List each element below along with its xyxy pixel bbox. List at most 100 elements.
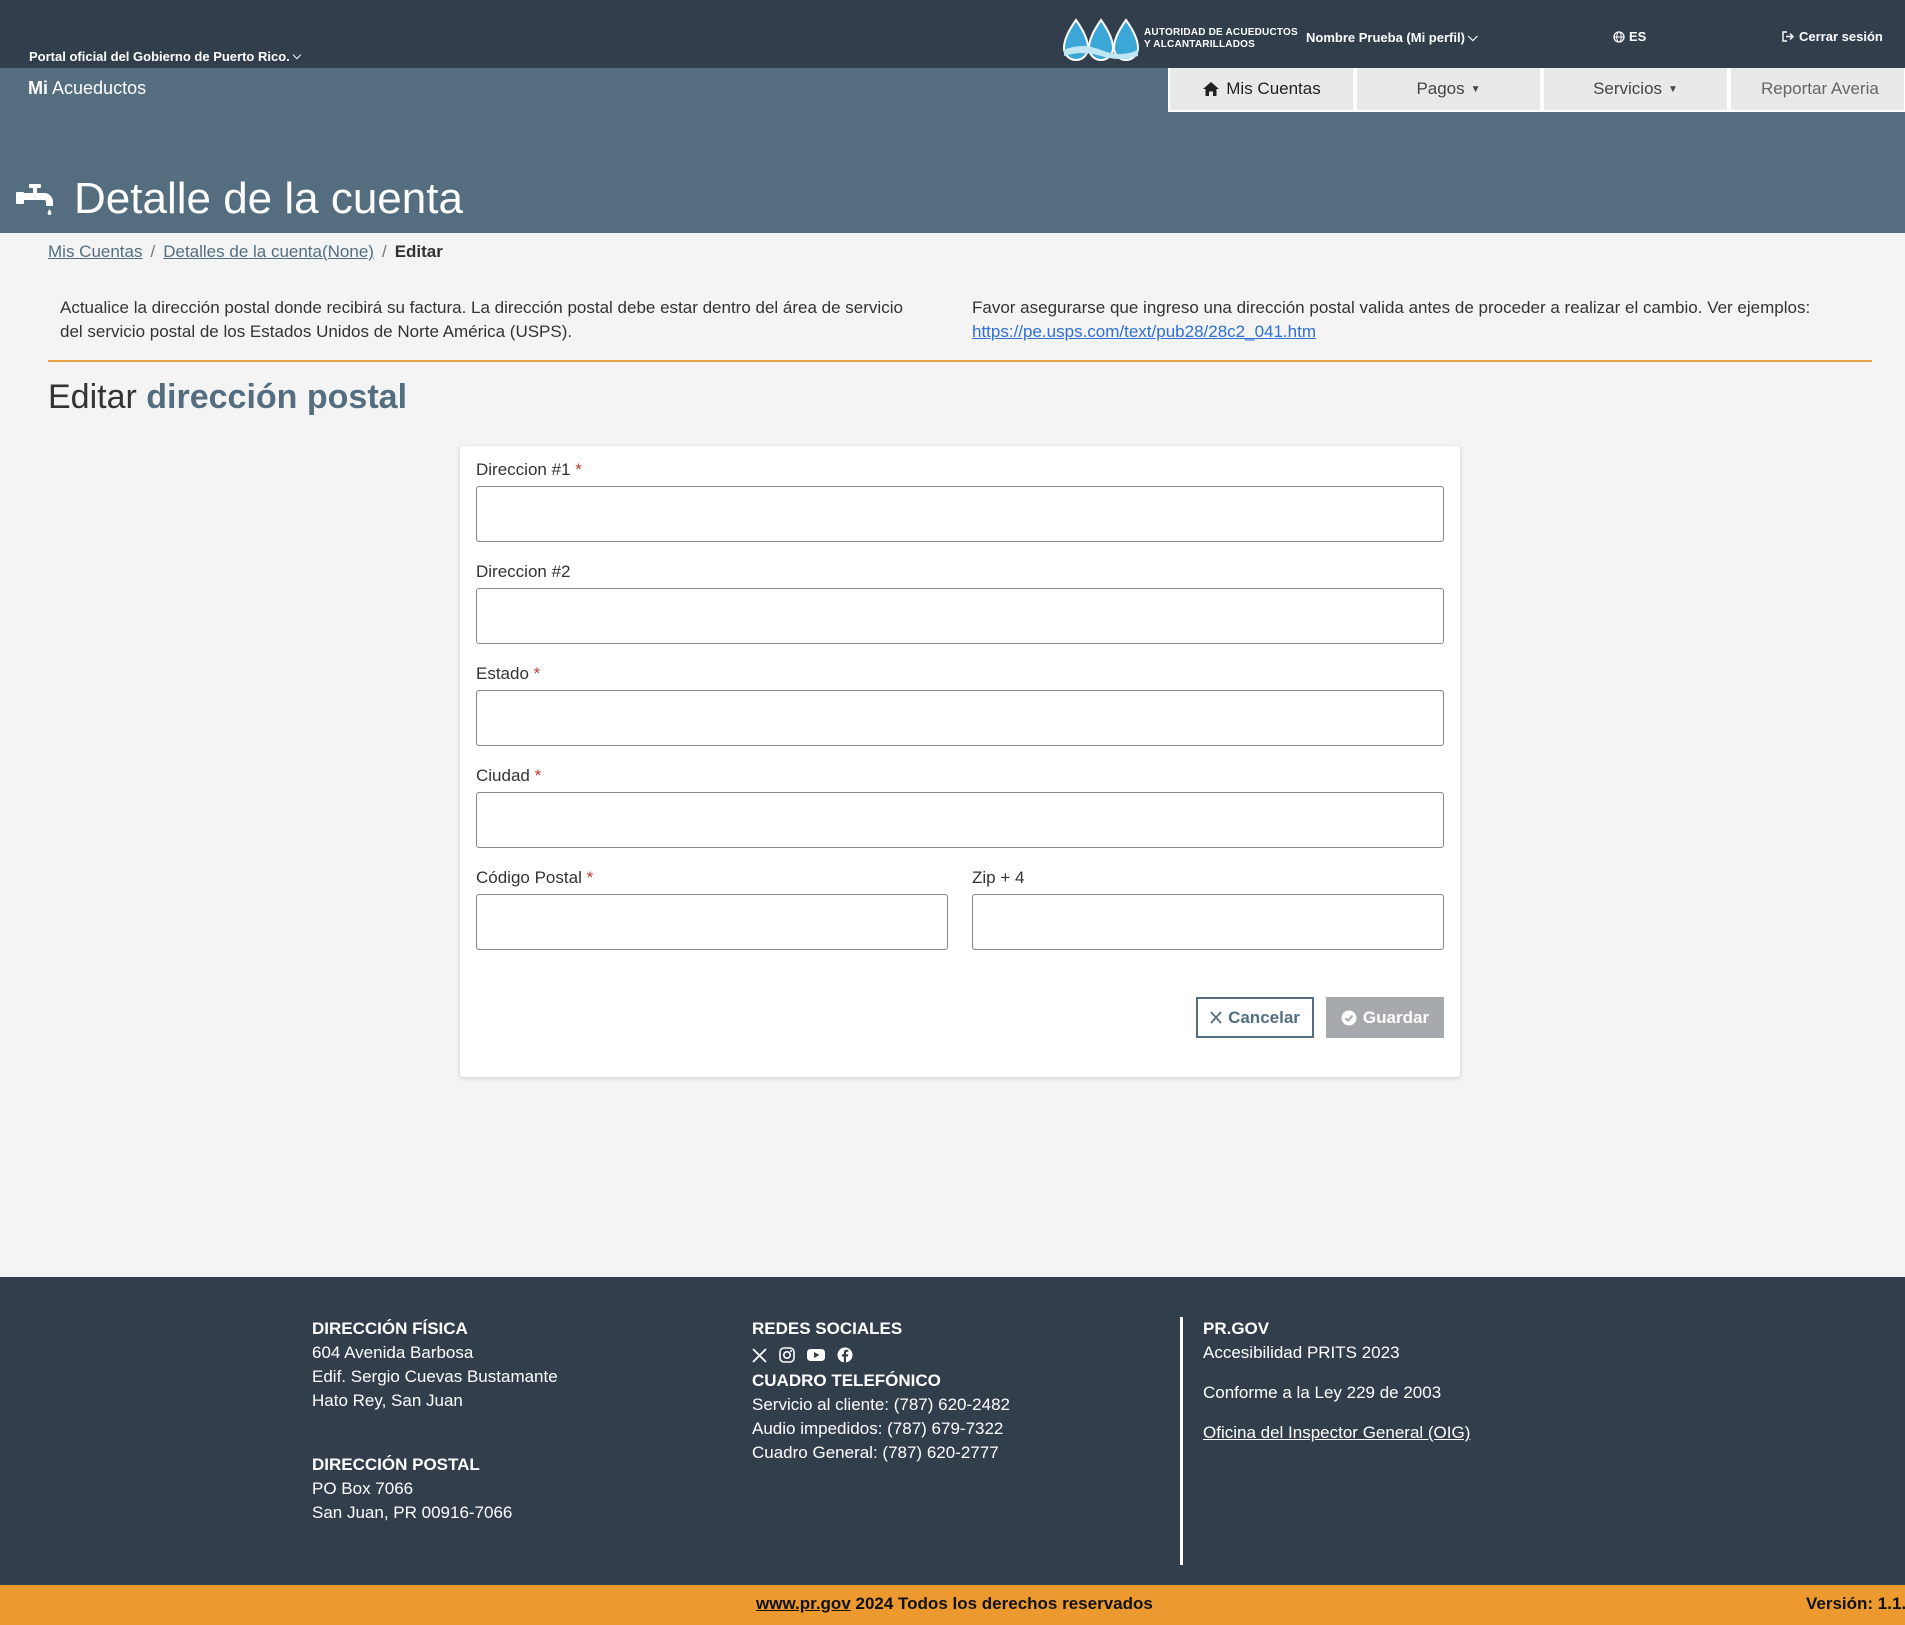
brand-rest: Acueductos	[52, 78, 147, 98]
footer-cuadro-title: CUADRO TELEFÓNICO	[752, 1371, 941, 1390]
globe-icon	[1613, 30, 1625, 43]
nav-label: Mis Cuentas	[1226, 79, 1321, 98]
chevron-down-icon: ⌵	[292, 50, 302, 62]
logo-line-1: AUTORIDAD DE ACUEDUCTOS	[1144, 27, 1298, 38]
cancel-button[interactable]: Cancelar	[1196, 997, 1314, 1038]
section-title: Editar dirección postal	[48, 378, 407, 417]
footer-col-prgov: PR.GOV Accesibilidad PRITS 2023 Conforme…	[1203, 1317, 1470, 1445]
breadcrumb: Mis Cuentas / Detalles de la cuenta(None…	[48, 242, 443, 262]
caret-down-icon: ▼	[1470, 83, 1481, 95]
oig-link[interactable]: Oficina del Inspector General (OIG)	[1203, 1421, 1470, 1445]
direccion1-input[interactable]	[476, 486, 1444, 542]
language-selector[interactable]: ES	[1613, 29, 1646, 44]
footer-divider	[1180, 1317, 1183, 1565]
youtube-icon[interactable]	[807, 1348, 825, 1362]
page-header: Mi Acueductos Mis Cuentas Pagos ▼ Servic…	[0, 68, 1905, 233]
footer-prgov-line: Accesibilidad PRITS 2023	[1203, 1343, 1400, 1362]
direccion2-field: Direccion #2	[476, 562, 1444, 644]
footer-prgov-line: Conforme a la Ley 229 de 2003	[1203, 1383, 1442, 1402]
facebook-icon[interactable]	[837, 1347, 853, 1363]
instagram-icon[interactable]	[779, 1347, 795, 1363]
footer-postal-line: PO Box 7066	[312, 1479, 414, 1498]
cancel-label: Cancelar	[1228, 1007, 1300, 1027]
footer-fisica-title: DIRECCIÓN FÍSICA	[312, 1319, 468, 1338]
ciudad-input[interactable]	[476, 792, 1444, 848]
breadcrumb-current: Editar	[394, 242, 443, 261]
logout-link[interactable]: Cerrar sesión	[1782, 29, 1883, 44]
zip4-input[interactable]	[972, 894, 1444, 950]
copyright-text: 2024 Todos los derechos reservados	[850, 1594, 1153, 1613]
codigo-postal-input[interactable]	[476, 894, 948, 950]
brand-link[interactable]: Mi Acueductos	[28, 78, 146, 99]
breadcrumb-separator: /	[381, 242, 387, 261]
chevron-down-icon: ⌵	[1467, 29, 1478, 44]
nav-reportar-averia[interactable]: Reportar Averia	[1729, 68, 1905, 112]
estado-field: Estado *	[476, 664, 1444, 746]
footer-cuadro-line: Servicio al cliente: (787) 620-2482	[752, 1395, 1010, 1414]
zip4-label: Zip + 4	[972, 868, 1025, 887]
footer-cuadro-line: Audio impedidos: (787) 679-7322	[752, 1419, 1004, 1438]
nav-pagos[interactable]: Pagos ▼	[1355, 68, 1542, 112]
info-validation: Favor asegurarse que ingreso una direcci…	[972, 296, 1872, 344]
save-button[interactable]: Guardar	[1326, 997, 1444, 1038]
version-label: Versión: 1.1.0	[1806, 1594, 1905, 1613]
footer-cuadro-line: Cuadro General: (787) 620-2777	[752, 1443, 999, 1462]
x-icon[interactable]	[752, 1347, 767, 1363]
save-label: Guardar	[1362, 1007, 1430, 1027]
direccion2-label: Direccion #2	[476, 562, 571, 581]
profile-dropdown[interactable]: Nombre Prueba (Mi perfil) ⌵	[1306, 29, 1478, 45]
caret-down-icon: ▼	[1668, 83, 1678, 95]
check-circle-icon	[1341, 1010, 1357, 1025]
footer-redes-title: REDES SOCIALES	[752, 1319, 903, 1338]
gov-portal-dropdown[interactable]: Portal oficial del Gobierno de Puerto Ri…	[29, 49, 301, 64]
page-title-text: Detalle de la cuenta	[74, 174, 463, 223]
gov-portal-label: Portal oficial del Gobierno de Puerto Ri…	[29, 49, 290, 64]
zip4-field: Zip + 4	[972, 868, 1444, 950]
profile-label: Nombre Prueba (Mi perfil)	[1306, 29, 1465, 45]
footer-postal-line: San Juan, PR 00916-7066	[312, 1503, 513, 1522]
nav-label: Servicios	[1593, 79, 1663, 98]
logo-line-2: Y ALCANTARILLADOS	[1144, 39, 1255, 50]
section-title-strong: dirección postal	[146, 378, 408, 416]
close-icon	[1210, 1011, 1222, 1024]
aaa-logo[interactable]: AUTORIDAD DE ACUEDUCTOS Y ALCANTARILLADO…	[1062, 16, 1298, 62]
water-drops-logo-icon	[1062, 18, 1140, 61]
breadcrumb-separator: /	[150, 242, 156, 261]
nav-label: Pagos	[1416, 79, 1465, 98]
sign-out-icon	[1782, 31, 1794, 42]
footer-col-contacto: REDES SOCIALES CUADRO TELEFÓNICO Servici…	[752, 1317, 1010, 1465]
prgov-link[interactable]: www.pr.gov	[756, 1594, 851, 1613]
footer-fisica-line: Hato Rey, San Juan	[312, 1391, 463, 1410]
footer-postal-title: DIRECCIÓN POSTAL	[312, 1455, 480, 1474]
faucet-icon	[16, 184, 53, 215]
brand-bold: Mi	[28, 78, 48, 98]
nav-mis-cuentas[interactable]: Mis Cuentas	[1168, 68, 1355, 112]
nav-label: Reportar Averia	[1761, 79, 1879, 98]
estado-input[interactable]	[476, 690, 1444, 746]
main-nav: Mis Cuentas Pagos ▼ Servicios ▼ Reportar…	[1168, 68, 1905, 112]
codigo-postal-field: Código Postal *	[476, 868, 948, 950]
footer-fisica-line: Edif. Sergio Cuevas Bustamante	[312, 1367, 558, 1386]
top-bar: Portal oficial del Gobierno de Puerto Ri…	[0, 0, 1905, 68]
info-validation-text: Favor asegurarse que ingreso una direcci…	[972, 298, 1811, 317]
page-title: Detalle de la cuenta	[14, 174, 463, 224]
info-usps-text: Actualice la dirección postal donde reci…	[60, 298, 903, 341]
section-title-prefix: Editar	[48, 378, 137, 416]
logo-text: AUTORIDAD DE ACUEDUCTOS Y ALCANTARILLADO…	[1144, 27, 1298, 51]
copyright: www.pr.gov 2024 Todos los derechos reser…	[756, 1594, 1153, 1614]
direccion1-label: Direccion #1 *	[476, 460, 582, 479]
ciudad-label: Ciudad *	[476, 766, 542, 785]
direccion1-field: Direccion #1 *	[476, 460, 1444, 542]
footer: DIRECCIÓN FÍSICA 604 Avenida Barbosa Edi…	[0, 1277, 1905, 1585]
logout-label: Cerrar sesión	[1799, 29, 1883, 44]
direccion2-input[interactable]	[476, 588, 1444, 644]
breadcrumb-mis-cuentas[interactable]: Mis Cuentas	[48, 242, 142, 262]
bottom-bar: www.pr.gov 2024 Todos los derechos reser…	[0, 1585, 1905, 1625]
home-icon	[1203, 82, 1220, 96]
footer-col-direcciones: DIRECCIÓN FÍSICA 604 Avenida Barbosa Edi…	[312, 1317, 558, 1525]
address-form-card: Direccion #1 * Direccion #2 Estado * Ciu…	[460, 446, 1460, 1077]
usps-examples-link[interactable]: https://pe.usps.com/text/pub28/28c2_041.…	[972, 322, 1316, 341]
nav-servicios[interactable]: Servicios ▼	[1542, 68, 1729, 112]
breadcrumb-detalles[interactable]: Detalles de la cuenta(None)	[163, 242, 374, 262]
footer-fisica-line: 604 Avenida Barbosa	[312, 1343, 474, 1362]
